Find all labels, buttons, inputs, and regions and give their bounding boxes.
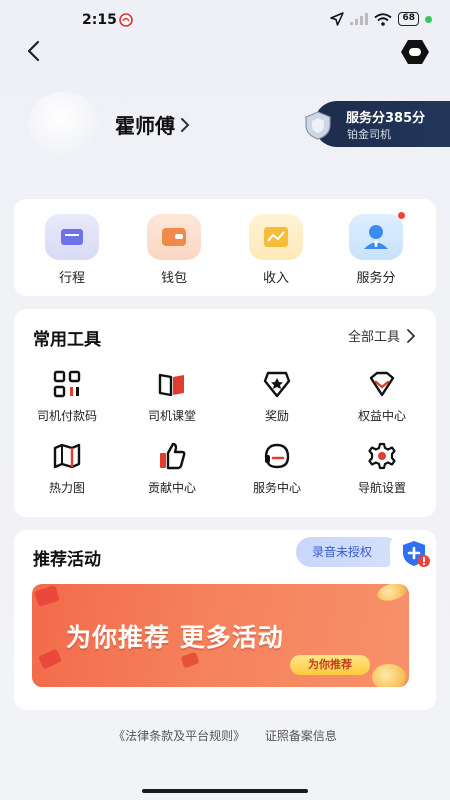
wallet-icon — [147, 214, 201, 260]
red-envelope-decoration — [180, 651, 200, 669]
tool-label: 司机课堂 — [147, 409, 196, 423]
tool-label: 奖励 — [264, 409, 289, 423]
wifi-icon — [374, 12, 393, 26]
tool-reward[interactable]: 奖励 — [227, 369, 327, 424]
red-envelope-decoration — [37, 648, 63, 670]
chevron-right-icon — [407, 328, 416, 343]
gear-icon — [368, 442, 396, 470]
home-indicator[interactable] — [142, 789, 308, 793]
all-tools-link[interactable]: 全部工具 — [348, 326, 416, 345]
recording-icon[interactable] — [400, 38, 430, 66]
quick-item-trip[interactable]: 行程 — [32, 214, 112, 286]
chevron-right-icon — [181, 117, 190, 132]
gold-coin-decoration — [372, 664, 406, 687]
red-envelope-decoration — [34, 584, 60, 608]
banner-title: 为你推荐 更多活动 — [66, 623, 284, 652]
tool-heatmap[interactable]: 热力图 — [17, 441, 117, 496]
driver-name: 霍师傅 — [115, 114, 175, 138]
recommended-activities-card: 推荐活动 录音未授权 为你推荐 更多活动 为你推荐 — [14, 530, 436, 710]
battery-indicator: 68 — [398, 12, 419, 26]
status-right: 68 — [330, 12, 432, 26]
license-info-link[interactable]: 证照备案信息 — [265, 729, 337, 743]
trip-icon — [45, 214, 99, 260]
quick-label-trip: 行程 — [58, 271, 85, 286]
banner-recommend-button[interactable]: 为你推荐 — [290, 655, 370, 675]
tool-label: 贡献中心 — [147, 481, 196, 495]
quick-item-service-score[interactable]: 服务分 — [336, 212, 416, 286]
quick-label-service-score: 服务分 — [356, 271, 396, 286]
activity-banner[interactable]: 为你推荐 更多活动 为你推荐 — [32, 584, 409, 687]
status-bar: 2:15 68 — [0, 0, 450, 40]
heatmap-icon — [53, 443, 81, 469]
tool-benefits-center[interactable]: 权益中心 — [332, 369, 432, 424]
gold-coin-decoration — [375, 584, 409, 604]
tool-label: 热力图 — [48, 481, 85, 495]
profile-name-link[interactable]: 霍师傅 — [115, 110, 191, 139]
income-icon — [249, 214, 303, 260]
quick-item-income[interactable]: 收入 — [236, 214, 316, 286]
quick-label-wallet: 钱包 — [160, 271, 187, 286]
location-arrow-icon — [330, 12, 345, 26]
tool-label: 权益中心 — [357, 409, 406, 423]
tool-label: 服务中心 — [252, 481, 301, 495]
tool-label: 导航设置 — [357, 481, 406, 495]
benefits-icon — [369, 371, 395, 397]
notification-dot — [398, 212, 405, 219]
activity-title: 推荐活动 — [33, 550, 101, 570]
back-button[interactable] — [22, 38, 48, 64]
shield-alert-icon[interactable] — [380, 535, 436, 573]
platinum-shield-icon — [305, 111, 331, 140]
quick-actions-card: 行程 钱包 收入 服务分 — [14, 199, 436, 296]
qr-code-icon — [53, 370, 81, 398]
tools-title: 常用工具 — [33, 330, 101, 350]
service-score-text: 服务分385分 — [346, 111, 426, 126]
headset-icon — [264, 443, 290, 469]
quick-item-wallet[interactable]: 钱包 — [134, 214, 214, 286]
reward-star-icon — [263, 371, 291, 398]
service-score-icon — [349, 212, 405, 260]
privacy-dot — [425, 15, 432, 23]
tool-label: 司机付款码 — [36, 409, 97, 423]
thumbs-up-icon — [160, 442, 186, 470]
common-tools-card: 常用工具 全部工具 司机付款码 司机课堂 奖励 权益中心 热力图 贡献中心 服务… — [14, 309, 436, 517]
all-tools-label: 全部工具 — [347, 330, 400, 345]
avatar[interactable] — [28, 92, 100, 156]
signal-icon — [350, 13, 369, 25]
tool-contribution-center[interactable]: 贡献中心 — [122, 441, 222, 496]
tool-navigation-settings[interactable]: 导航设置 — [332, 441, 432, 496]
book-icon — [158, 373, 184, 397]
tool-driver-classroom[interactable]: 司机课堂 — [122, 369, 222, 424]
footer-links: 《法律条款及平台规则》 证照备案信息 — [0, 727, 450, 744]
tool-service-center[interactable]: 服务中心 — [227, 441, 327, 496]
legal-terms-link[interactable]: 《法律条款及平台规则》 — [113, 729, 245, 743]
status-time: 2:15 — [82, 12, 117, 28]
driver-level-text: 铂金司机 — [347, 128, 391, 141]
tool-driver-payment-code[interactable]: 司机付款码 — [17, 369, 117, 424]
quick-label-income: 收入 — [262, 271, 289, 286]
notification-icon — [119, 13, 133, 27]
